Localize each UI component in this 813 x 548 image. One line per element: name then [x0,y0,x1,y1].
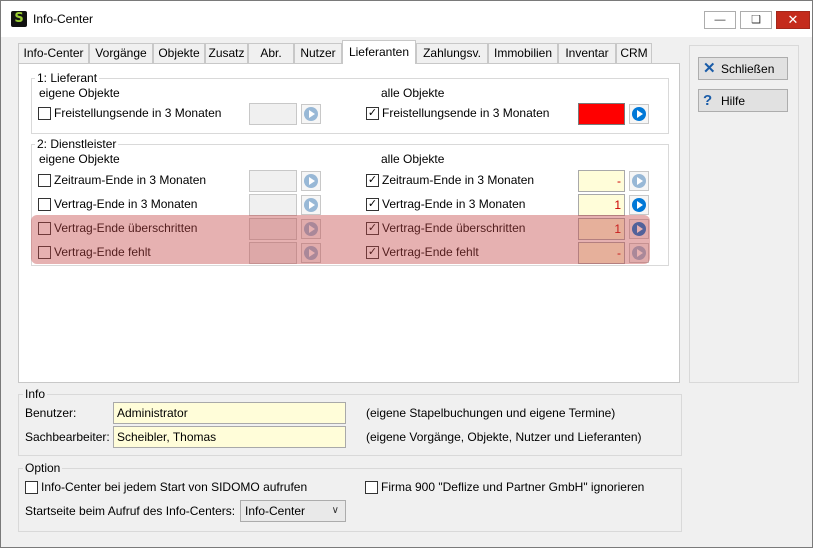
lieferanten-panel: 1: Lieferant eigene Objekte alle Objekte… [18,63,680,383]
play-icon [632,174,646,188]
tab-zahlungsv-[interactable]: Zahlungsv. [416,43,488,63]
dienstleister-all-count-1: 1 [578,194,625,216]
tab-inventar[interactable]: Inventar [558,43,616,63]
play-icon [632,198,646,212]
dienstleister-group-title: 2: Dienstleister [35,137,119,151]
benutzer-note: (eigene Stapelbuchungen und eigene Termi… [366,406,616,420]
lieferant-all-label: Freistellungsende in 3 Monaten [382,106,550,120]
sachbearbeiter-field[interactable]: Scheibler, Thomas [113,426,346,448]
play-icon [632,107,646,121]
option-frame [18,468,682,532]
play-icon [304,246,318,260]
dienstleister-all-count-2: 1 [578,218,625,240]
tab-info-center[interactable]: Info-Center [18,43,89,63]
dienstleister-own-label-1: Vertrag-Ende in 3 Monaten [54,197,198,211]
tab-lieferanten[interactable]: Lieferanten [342,40,416,64]
benutzer-field[interactable]: Administrator [113,402,346,424]
dienstleister-own-label-0: Zeitraum-Ende in 3 Monaten [54,173,207,187]
dienstleister-all-go-button-1[interactable] [629,195,649,215]
window-title: Info-Center [33,12,94,26]
play-icon [304,174,318,188]
lieferant-own-go-button[interactable] [301,104,321,124]
dienstleister-own-count-1 [249,194,297,216]
tab-zusatz[interactable]: Zusatz [205,43,248,63]
sachbearbeiter-label: Sachbearbeiter: [25,430,110,444]
dienstleister-all-go-button-3[interactable] [629,243,649,263]
x-icon: ✕ [703,60,716,77]
lieferant-all-count [578,103,625,125]
tab-nutzer[interactable]: Nutzer [294,43,342,63]
startpage-label: Startseite beim Aufruf des Info-Centers: [25,504,236,518]
question-icon: ? [703,92,713,109]
option-title: Option [23,461,63,475]
benutzer-label: Benutzer: [25,406,77,420]
dienstleister-all-header: alle Objekte [381,152,445,166]
sachbearbeiter-note: (eigene Vorgänge, Objekte, Nutzer und Li… [366,430,642,444]
startup-label: Info-Center bei jedem Start von SIDOMO a… [41,480,308,494]
help-button[interactable]: ? Hilfe [698,89,788,112]
dienstleister-own-go-button-2[interactable] [301,219,321,239]
help-button-label: Hilfe [721,94,746,108]
dienstleister-all-checkbox-2[interactable]: ✓ [366,222,379,235]
tab-objekte[interactable]: Objekte [153,43,205,63]
lieferant-all-go-button[interactable] [629,104,649,124]
play-icon [632,246,646,260]
dienstleister-own-go-button-0[interactable] [301,171,321,191]
dienstleister-all-label-0: Zeitraum-Ende in 3 Monaten [382,173,535,187]
dienstleister-all-label-3: Vertrag-Ende fehlt [382,245,479,259]
close-button-label: Schließen [721,62,775,76]
dienstleister-all-checkbox-3[interactable]: ✓ [366,246,379,259]
dienstleister-own-label-2: Vertrag-Ende überschritten [54,221,198,235]
play-icon [304,198,318,212]
startpage-value: Info-Center [245,504,306,518]
info-center-window: S Info-Center — ❑ ✕ Info-Center Vorgänge O… [0,0,813,548]
play-icon [304,222,318,236]
dienstleister-own-checkbox-2[interactable] [38,222,51,235]
dienstleister-own-checkbox-3[interactable] [38,246,51,259]
dienstleister-own-go-button-1[interactable] [301,195,321,215]
tab-vorgänge[interactable]: Vorgänge [89,43,153,63]
dienstleister-own-go-button-3[interactable] [301,243,321,263]
tab-abr-[interactable]: Abr. [248,43,294,63]
dienstleister-own-label-3: Vertrag-Ende fehlt [54,245,151,259]
lieferant-all-checkbox[interactable]: ✓ [366,107,379,120]
startup-checkbox[interactable] [25,481,38,494]
dienstleister-own-header: eigene Objekte [39,152,120,166]
dienstleister-own-count-0 [249,170,297,192]
dienstleister-all-count-0: - [578,170,625,192]
lieferant-own-count [249,103,297,125]
lieferant-all-header: alle Objekte [381,86,445,100]
dienstleister-all-label-2: Vertrag-Ende überschritten [382,221,526,235]
firma-label: Firma 900 "Deflize und Partner GmbH" ign… [381,480,645,494]
play-icon [304,107,318,121]
startpage-select[interactable]: Info-Center ∨ [240,500,346,522]
firma-checkbox[interactable] [365,481,378,494]
dienstleister-all-go-button-0[interactable] [629,171,649,191]
dienstleister-all-label-1: Vertrag-Ende in 3 Monaten [382,197,526,211]
chevron-down-icon: ∨ [331,505,339,516]
dienstleister-own-count-3 [249,242,297,264]
lieferant-own-checkbox[interactable] [38,107,51,120]
lieferant-group-title: 1: Lieferant [35,71,100,85]
minimize-button[interactable]: — [704,11,736,29]
play-icon [632,222,646,236]
dienstleister-all-checkbox-1[interactable]: ✓ [366,198,379,211]
dienstleister-own-checkbox-1[interactable] [38,198,51,211]
tab-crm[interactable]: CRM [616,43,652,63]
lieferant-own-header: eigene Objekte [39,86,120,100]
info-title: Info [23,387,48,401]
close-button[interactable]: ✕ Schließen [698,57,788,80]
lieferant-own-label: Freistellungsende in 3 Monaten [54,106,222,120]
title-bar: S Info-Center — ❑ ✕ [1,1,812,37]
restore-button[interactable]: ❑ [740,11,772,29]
dienstleister-all-count-3: - [578,242,625,264]
dienstleister-all-checkbox-0[interactable]: ✓ [366,174,379,187]
close-window-button[interactable]: ✕ [776,11,810,29]
tab-immobilien[interactable]: Immobilien [488,43,558,63]
dienstleister-own-count-2 [249,218,297,240]
dienstleister-own-checkbox-0[interactable] [38,174,51,187]
dienstleister-all-go-button-2[interactable] [629,219,649,239]
sidomo-app-icon: S [11,11,27,27]
